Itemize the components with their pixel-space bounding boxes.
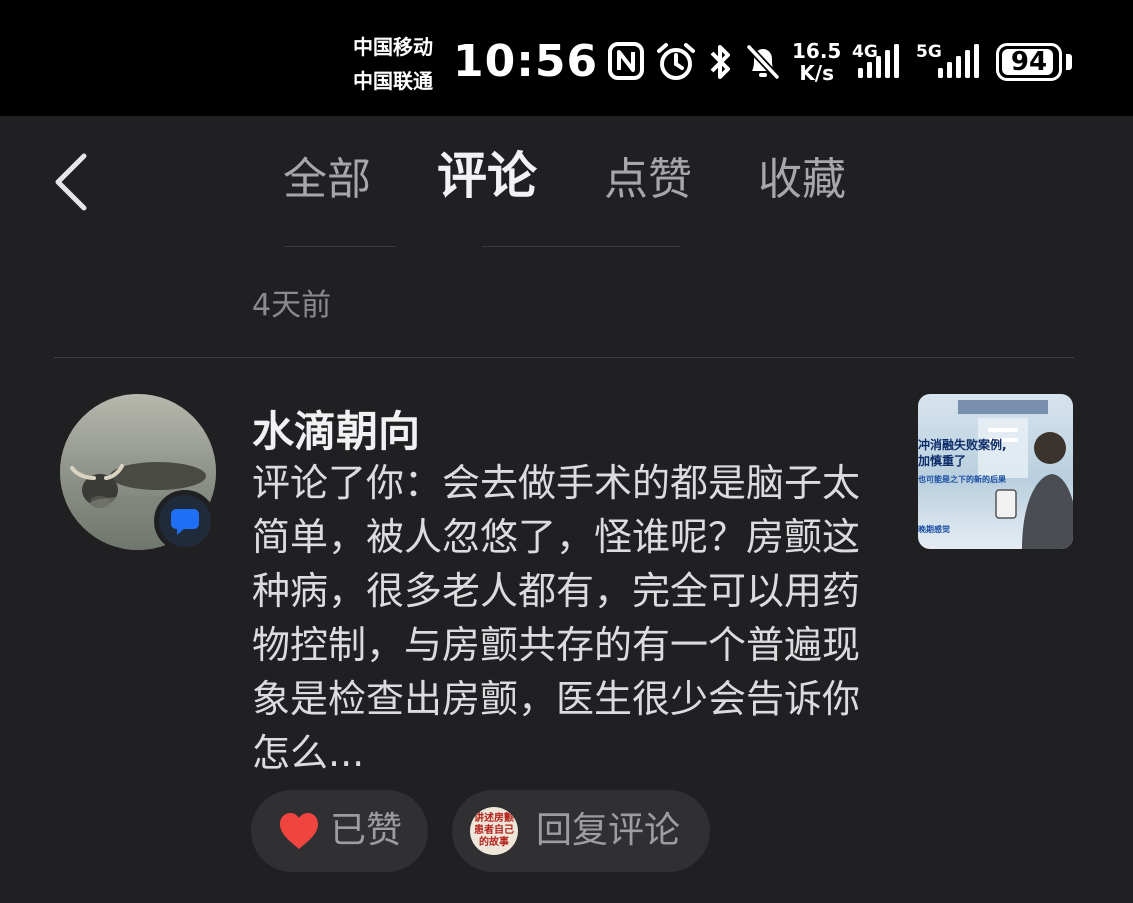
comment-badge (154, 490, 216, 552)
liked-button[interactable]: 已赞 (251, 790, 428, 872)
comment-text[interactable]: 评论了你：会去做手术的都是脑子太简单，被人忽悠了，怪谁呢？房颤这种病，很多老人都… (252, 456, 882, 780)
carrier-2: 中国联通 (353, 69, 433, 93)
clock: 10:56 (453, 36, 599, 87)
bluetooth-icon (710, 45, 730, 79)
tab-all[interactable]: 全部 (283, 150, 371, 210)
chevron-left-icon (55, 153, 87, 211)
tab-likes[interactable]: 点赞 (604, 150, 692, 210)
signal-icon (938, 44, 979, 78)
comment-username[interactable]: 水滴朝向 (252, 398, 420, 459)
thumbnail-caption: 冲消融失败案例, (918, 438, 1007, 452)
heart-icon (280, 813, 318, 849)
tab-favorites[interactable]: 收藏 (758, 150, 846, 210)
tab-underline (482, 246, 680, 247)
thumb-line: 讲述房颤 (474, 813, 514, 824)
mute-icon (746, 44, 780, 80)
tab-underline (284, 246, 396, 247)
nfc-icon (608, 42, 644, 80)
comment-icon (171, 509, 199, 535)
speed-value: 16.5 (792, 39, 842, 63)
thumb-line: 患者自己 (474, 825, 514, 836)
battery-percent: 94 (1010, 47, 1048, 77)
carrier-1: 中国移动 (353, 35, 433, 59)
status-bar: 中国移动 中国联通 10:56 16.5 K/s 4G 5G 94 (0, 0, 1133, 116)
back-button[interactable] (48, 150, 96, 214)
list-divider (54, 357, 1074, 358)
network-speed: 16.5 K/s (792, 40, 841, 84)
alarm-icon (657, 43, 695, 80)
carrier-names: 中国移动 中国联通 (353, 30, 433, 98)
liked-label: 已赞 (330, 810, 403, 851)
thumb-line: 的故事 (479, 837, 509, 848)
reply-label: 回复评论 (536, 810, 681, 851)
thumbnail-caption: 晚期感觉 (918, 525, 950, 534)
previous-item-time: 4天前 (252, 288, 332, 323)
battery-cap (1066, 54, 1072, 70)
speed-unit: K/s (799, 61, 835, 85)
battery-icon: 94 (996, 43, 1062, 81)
thumbnail-caption: 加慎重了 (918, 454, 967, 468)
signal-icon (858, 44, 899, 78)
thumbnail-caption: 也可能是之下的新的后果 (918, 475, 1006, 484)
post-avatar-thumbnail: 讲述房颤 患者自己 的故事 (470, 807, 518, 855)
reply-comment-button[interactable]: 讲述房颤 患者自己 的故事 回复评论 (452, 790, 710, 872)
tab-comments[interactable]: 评论 (437, 146, 537, 206)
post-thumbnail[interactable]: 冲消融失败案例, 加慎重了 也可能是之下的新的后果 晚期感觉 (918, 394, 1073, 549)
